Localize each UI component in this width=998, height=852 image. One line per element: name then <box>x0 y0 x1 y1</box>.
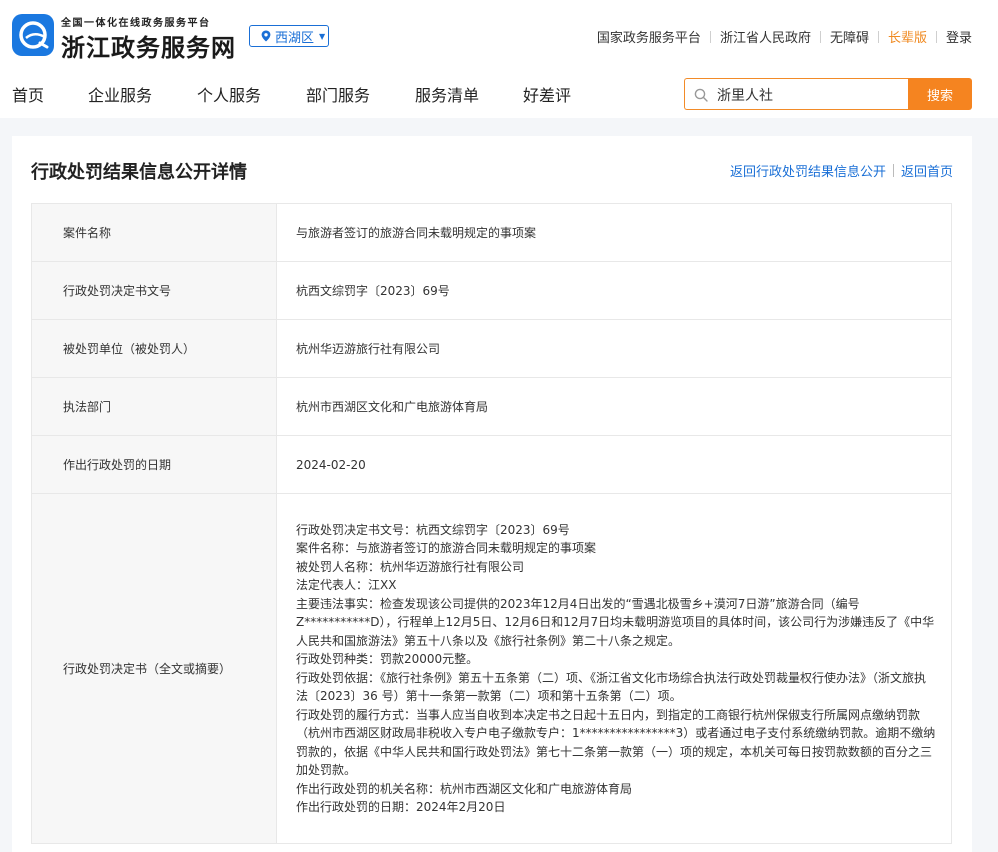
return-links: 返回行政处罚结果信息公开 返回首页 <box>730 161 953 180</box>
field-value-penalized-party: 杭州华迈游旅行社有限公司 <box>276 319 952 378</box>
decision-line: 行政处罚的履行方式：当事人应当自收到本决定书之日起十五日内，到指定的工商银行杭州… <box>296 707 936 778</box>
field-label-case-name: 案件名称 <box>31 203 277 262</box>
search-icon <box>694 88 708 102</box>
decision-line: 行政处罚种类：罚款20000元整。 <box>296 652 479 666</box>
brand-title[interactable]: 浙江政务服务网 <box>61 28 236 63</box>
nav-item-service-list[interactable]: 服务清单 <box>415 82 479 106</box>
field-value-decision-number: 杭西文综罚字〔2023〕69号 <box>276 261 952 320</box>
back-to-list-link[interactable]: 返回行政处罚结果信息公开 <box>730 161 886 180</box>
divider <box>877 30 879 43</box>
nav-item-business-services[interactable]: 企业服务 <box>88 82 152 106</box>
nav-item-home[interactable]: 首页 <box>12 82 44 106</box>
back-to-home-link[interactable]: 返回首页 <box>901 161 953 180</box>
site-logo-icon[interactable] <box>12 14 54 56</box>
divider <box>892 164 894 177</box>
link-elder-mode[interactable]: 长辈版 <box>888 27 927 46</box>
decision-line: 被处罚人名称：杭州华迈游旅行社有限公司 <box>296 559 525 574</box>
detail-table: 案件名称 与旅游者签订的旅游合同未载明规定的事项案 行政处罚决定书文号 杭西文综… <box>31 203 952 844</box>
search-box <box>684 78 908 110</box>
table-row: 行政处罚决定书文号 杭西文综罚字〔2023〕69号 <box>31 261 952 320</box>
decision-line: 行政处罚依据：《旅行社条例》第五十五条第（二）项、《浙江省文化市场综合执法行政处… <box>296 670 927 704</box>
field-label-decision-number: 行政处罚决定书文号 <box>31 261 277 320</box>
site-header: 全国一体化在线政务服务平台 浙江政务服务网 西湖区 ▼ 国家政务服务平台 浙江省… <box>0 0 998 118</box>
decision-line: 案件名称：与旅游者签订的旅游合同未载明规定的事项案 <box>296 541 597 555</box>
brand-subtitle: 全国一体化在线政务服务平台 <box>61 18 211 29</box>
nav-item-ratings[interactable]: 好差评 <box>523 82 571 106</box>
link-provincial-government[interactable]: 浙江省人民政府 <box>720 27 811 46</box>
region-label: 西湖区 <box>275 30 315 46</box>
divider <box>935 30 937 43</box>
decision-line: 作出行政处罚的日期：2024年2月20日 <box>296 800 506 814</box>
search-input[interactable] <box>715 83 899 107</box>
field-value-enforcement-dept: 杭州市西湖区文化和广电旅游体育局 <box>276 377 952 436</box>
link-accessibility[interactable]: 无障碍 <box>830 27 869 46</box>
region-selector[interactable]: 西湖区 ▼ <box>249 25 329 47</box>
search-bar: 搜索 <box>684 78 972 110</box>
login-link[interactable]: 登录 <box>946 27 972 46</box>
field-label-penalized-party: 被处罚单位（被处罚人） <box>31 319 277 378</box>
field-value-penalty-date: 2024-02-20 <box>276 435 952 494</box>
decision-line: 行政处罚决定书文号：杭西文综罚字〔2023〕69号 <box>296 522 570 537</box>
nav-item-department-services[interactable]: 部门服务 <box>306 82 370 106</box>
field-label-decision-text: 行政处罚决定书（全文或摘要） <box>31 493 277 844</box>
divider <box>709 30 711 43</box>
decision-text: 行政处罚决定书文号：杭西文综罚字〔2023〕69号 案件名称：与旅游者签订的旅游… <box>296 521 950 817</box>
page-title: 行政处罚结果信息公开详情 <box>31 162 247 183</box>
table-row: 执法部门 杭州市西湖区文化和广电旅游体育局 <box>31 377 952 436</box>
divider <box>819 30 821 43</box>
link-national-platform[interactable]: 国家政务服务平台 <box>597 27 701 46</box>
field-label-penalty-date: 作出行政处罚的日期 <box>31 435 277 494</box>
table-row: 作出行政处罚的日期 2024-02-20 <box>31 435 952 494</box>
nav-item-personal-services[interactable]: 个人服务 <box>197 82 261 106</box>
decision-line: 法定代表人：江XX <box>296 578 397 592</box>
top-links: 国家政务服务平台 浙江省人民政府 无障碍 长辈版 登录 <box>597 27 972 46</box>
decision-line: 主要违法事实：检查发现该公司提供的2023年12月4日出发的“雪遇北极雪乡+漠河… <box>296 596 935 648</box>
search-button[interactable]: 搜索 <box>908 78 972 110</box>
detail-card: 行政处罚结果信息公开详情 返回行政处罚结果信息公开 返回首页 案件名称 与旅游者… <box>12 136 972 852</box>
table-row: 被处罚单位（被处罚人） 杭州华迈游旅行社有限公司 <box>31 319 952 378</box>
table-row: 案件名称 与旅游者签订的旅游合同未载明规定的事项案 <box>31 203 952 262</box>
table-row: 行政处罚决定书（全文或摘要） 行政处罚决定书文号：杭西文综罚字〔2023〕69号… <box>31 493 952 844</box>
field-value-case-name: 与旅游者签订的旅游合同未载明规定的事项案 <box>276 203 952 262</box>
location-pin-icon <box>261 30 271 42</box>
field-label-enforcement-dept: 执法部门 <box>31 377 277 436</box>
chevron-down-icon: ▼ <box>319 31 326 41</box>
decision-line: 作出行政处罚的机关名称：杭州市西湖区文化和广电旅游体育局 <box>296 781 633 796</box>
field-value-decision-text: 行政处罚决定书文号：杭西文综罚字〔2023〕69号 案件名称：与旅游者签订的旅游… <box>276 493 952 844</box>
